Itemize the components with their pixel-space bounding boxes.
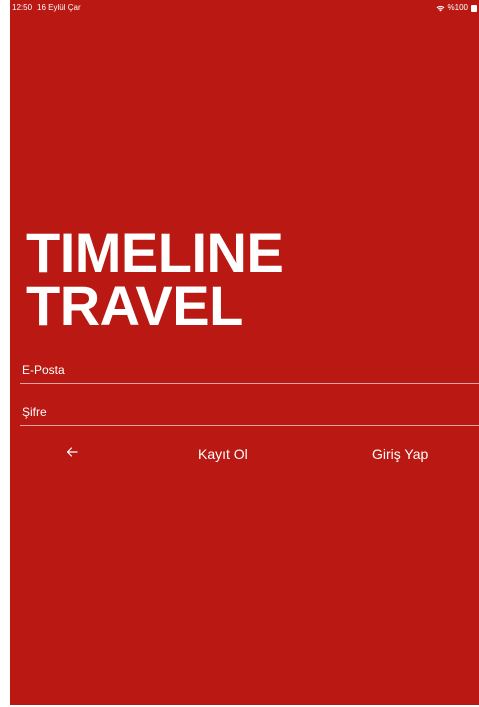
register-button[interactable]: Kayıt Ol bbox=[198, 440, 248, 468]
wifi-icon bbox=[436, 5, 445, 12]
app-title: TIMELINE TRAVEL bbox=[26, 221, 284, 337]
password-field-container bbox=[20, 395, 479, 426]
arrow-left-icon bbox=[66, 445, 78, 463]
status-right: %100 bbox=[436, 0, 477, 16]
email-input[interactable] bbox=[22, 363, 462, 377]
back-button[interactable] bbox=[62, 444, 82, 464]
status-time: 12:50 bbox=[12, 3, 33, 12]
battery-percentage: %100 bbox=[447, 3, 468, 12]
app-title-line-2: TRAVEL bbox=[26, 274, 243, 337]
email-field-container bbox=[20, 353, 479, 384]
status-left: 12:50 16 Eylül Çar bbox=[12, 0, 81, 16]
battery-icon bbox=[471, 4, 477, 12]
app-title-line-1: TIMELINE bbox=[26, 221, 284, 284]
app-screen: 12:50 16 Eylül Çar %100 TIMELINE TRAVEL bbox=[10, 0, 479, 705]
login-button[interactable]: Giriş Yap bbox=[372, 440, 428, 468]
status-bar: 12:50 16 Eylül Çar %100 bbox=[10, 0, 479, 16]
status-date: 16 Eylül Çar bbox=[37, 3, 81, 12]
password-input[interactable] bbox=[22, 405, 462, 419]
action-bar: Kayıt Ol Giriş Yap bbox=[10, 440, 479, 468]
